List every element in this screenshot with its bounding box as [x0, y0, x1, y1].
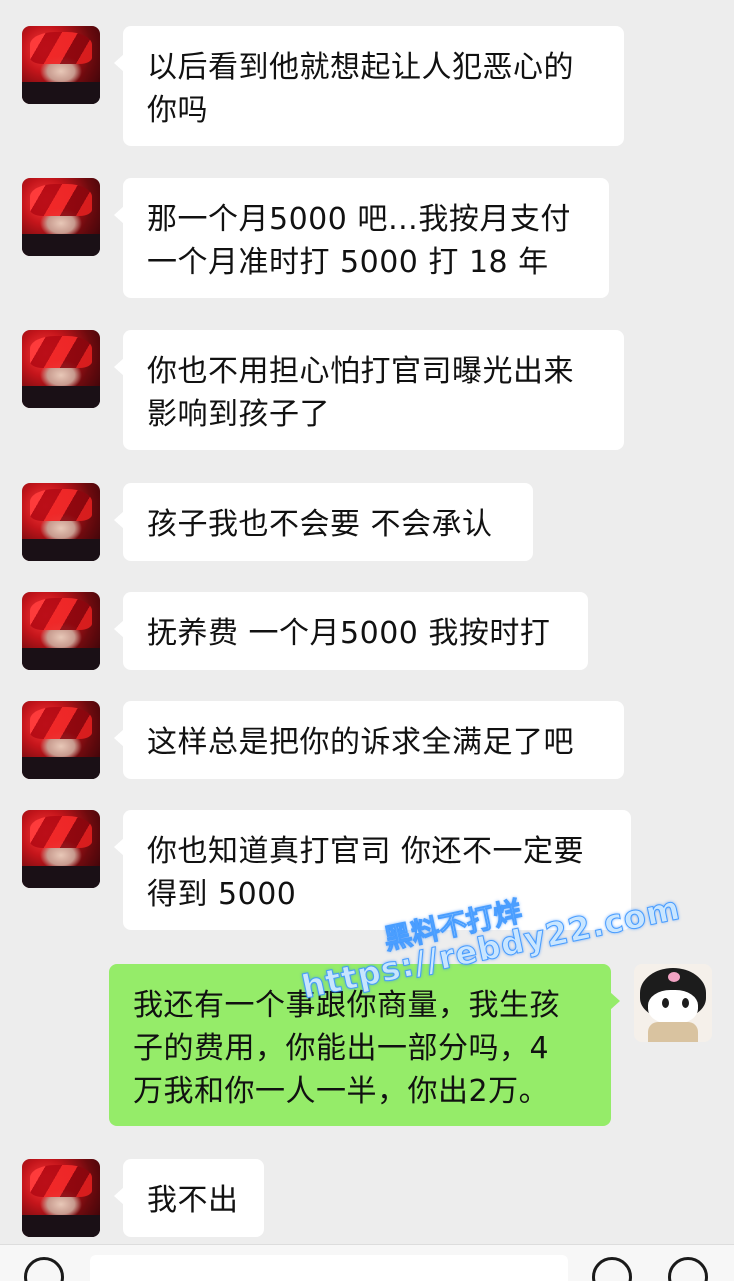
- message-bubble-incoming[interactable]: 你也不用担心怕打官司曝光出来 影响到孩子了: [114, 330, 624, 450]
- message-text-line: 影响到孩子了: [147, 397, 330, 432]
- eye-icon: [662, 998, 669, 1008]
- message-text-line: 我还有一个事跟你商量，我生孩: [133, 988, 560, 1023]
- plus-icon[interactable]: [668, 1257, 708, 1281]
- voice-icon[interactable]: [24, 1257, 64, 1281]
- message-text-line: 万我和你一人一半，你出2万。: [133, 1074, 550, 1109]
- contact-avatar[interactable]: [22, 701, 100, 779]
- message-text-line: 你也知道真打官司 你还不一定要: [147, 834, 585, 869]
- skull-icon: [668, 972, 680, 982]
- contact-avatar[interactable]: [22, 592, 100, 670]
- message-bubble-incoming[interactable]: 抚养费 一个月5000 我按时打: [114, 592, 588, 670]
- contact-avatar[interactable]: [22, 178, 100, 256]
- contact-avatar[interactable]: [22, 26, 100, 104]
- message-input[interactable]: [90, 1255, 568, 1281]
- contact-avatar[interactable]: [22, 1159, 100, 1237]
- message-text-line: 得到 5000: [147, 877, 297, 912]
- message-bubble-incoming[interactable]: 那一个月5000 吧…我按月支付 一个月准时打 5000 打 18 年: [114, 178, 609, 298]
- contact-avatar[interactable]: [22, 483, 100, 561]
- message-text-line: 以后看到他就想起让人犯恶心的: [147, 50, 574, 85]
- message-bubble-incoming[interactable]: 以后看到他就想起让人犯恶心的 你吗: [114, 26, 624, 146]
- message-bubble-outgoing[interactable]: 我还有一个事跟你商量，我生孩 子的费用，你能出一部分吗，4 万我和你一人一半，你…: [109, 964, 620, 1126]
- message-bubble-incoming[interactable]: 孩子我也不会要 不会承认: [114, 483, 533, 561]
- message-bubble-incoming[interactable]: 这样总是把你的诉求全满足了吧: [114, 701, 624, 779]
- contact-avatar[interactable]: [22, 330, 100, 408]
- my-avatar[interactable]: [634, 964, 712, 1042]
- message-text-line: 你也不用担心怕打官司曝光出来: [147, 354, 574, 389]
- message-text-line: 你吗: [147, 93, 208, 128]
- message-text-line: 孩子我也不会要 不会承认: [147, 507, 493, 542]
- message-text-line: 我不出: [147, 1183, 239, 1218]
- message-bubble-incoming[interactable]: 我不出: [114, 1159, 264, 1237]
- chat-message-list[interactable]: 以后看到他就想起让人犯恶心的 你吗 那一个月5000 吧…我按月支付 一个月准时…: [0, 0, 734, 1244]
- chat-input-bar: [0, 1244, 734, 1281]
- message-bubble-incoming[interactable]: 你也知道真打官司 你还不一定要 得到 5000: [114, 810, 631, 930]
- eye-icon: [682, 998, 689, 1008]
- message-text-line: 抚养费 一个月5000 我按时打: [147, 616, 551, 651]
- message-text-line: 一个月准时打 5000 打 18 年: [147, 245, 549, 280]
- message-text-line: 子的费用，你能出一部分吗，4: [133, 1031, 550, 1066]
- kuromi-body: [648, 1022, 698, 1042]
- message-text-line: 这样总是把你的诉求全满足了吧: [147, 725, 574, 760]
- kuromi-face: [648, 990, 698, 1024]
- message-text-line: 那一个月5000 吧…我按月支付: [147, 202, 571, 237]
- contact-avatar[interactable]: [22, 810, 100, 888]
- emoji-icon[interactable]: [592, 1257, 632, 1281]
